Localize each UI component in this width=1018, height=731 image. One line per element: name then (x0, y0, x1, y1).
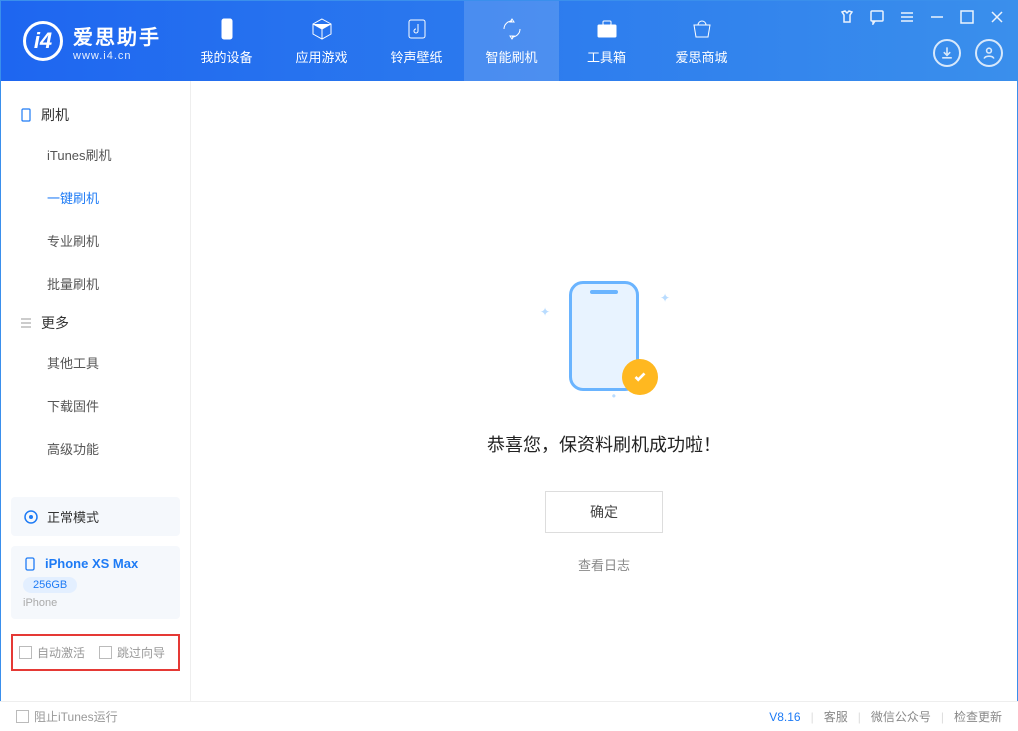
sparkle-icon: ✦ (540, 305, 550, 319)
brand-url: www.i4.cn (73, 50, 161, 62)
close-icon[interactable] (989, 9, 1005, 25)
phone-icon (19, 108, 33, 122)
main-tabs: 我的设备 应用游戏 铃声壁纸 智能刷机 工具箱 爱思商城 (179, 1, 749, 81)
main-content: ✦ ✦ • 恭喜您，保资料刷机成功啦！ 确定 查看日志 (191, 81, 1017, 701)
tab-device[interactable]: 我的设备 (179, 1, 274, 81)
device-mode[interactable]: 正常模式 (11, 497, 180, 536)
cube-icon (310, 17, 334, 41)
device-info[interactable]: iPhone XS Max 256GB iPhone (11, 546, 180, 619)
success-illustration: ✦ ✦ • (544, 281, 664, 401)
checkbox-auto-activate[interactable]: 自动激活 (19, 644, 85, 661)
user-icon[interactable] (975, 39, 1003, 67)
tab-label: 应用游戏 (295, 47, 347, 66)
tab-apps[interactable]: 应用游戏 (274, 1, 369, 81)
feedback-icon[interactable] (869, 9, 885, 25)
tab-toolbox[interactable]: 工具箱 (559, 1, 654, 81)
brand-name: 爱思助手 (73, 21, 161, 50)
checkbox-icon (19, 646, 32, 659)
sidebar-section-more: 更多 (1, 305, 190, 341)
check-badge-icon (622, 359, 658, 395)
device-type: iPhone (23, 597, 168, 609)
view-log-link[interactable]: 查看日志 (578, 555, 630, 574)
music-icon (405, 17, 429, 41)
tab-label: 铃声壁纸 (390, 47, 442, 66)
maximize-icon[interactable] (959, 9, 975, 25)
tab-store[interactable]: 爱思商城 (654, 1, 749, 81)
list-icon (19, 316, 33, 330)
app-header: i4 爱思助手 www.i4.cn 我的设备 应用游戏 铃声壁纸 智能刷机 工具… (1, 1, 1017, 81)
success-message: 恭喜您，保资料刷机成功啦！ (487, 431, 721, 457)
device-storage: 256GB (23, 577, 77, 593)
version-label: V8.16 (769, 710, 800, 724)
device-icon (215, 17, 239, 41)
tab-flash[interactable]: 智能刷机 (464, 1, 559, 81)
sparkle-icon: ✦ (660, 291, 670, 305)
mode-icon (23, 509, 39, 525)
sidebar-item-download-firmware[interactable]: 下载固件 (1, 384, 190, 427)
header-right-icons (933, 39, 1003, 67)
sidebar-item-oneclick-flash[interactable]: 一键刷机 (1, 176, 190, 219)
confirm-button[interactable]: 确定 (545, 491, 663, 533)
store-icon (690, 17, 714, 41)
wechat-link[interactable]: 微信公众号 (871, 708, 931, 725)
support-link[interactable]: 客服 (824, 708, 848, 725)
checkbox-skip-guide[interactable]: 跳过向导 (99, 644, 165, 661)
status-bar: 阻止iTunes运行 V8.16 | 客服 | 微信公众号 | 检查更新 (0, 701, 1018, 731)
phone-icon (23, 557, 37, 571)
checkbox-icon (99, 646, 112, 659)
sidebar-item-batch-flash[interactable]: 批量刷机 (1, 262, 190, 305)
device-name-text: iPhone XS Max (45, 556, 138, 571)
tab-label: 我的设备 (200, 47, 252, 66)
sidebar: 刷机 iTunes刷机 一键刷机 专业刷机 批量刷机 更多 其他工具 下载固件 … (1, 81, 191, 701)
check-update-link[interactable]: 检查更新 (954, 708, 1002, 725)
sparkle-icon: • (612, 389, 616, 403)
logo: i4 爱思助手 www.i4.cn (1, 21, 179, 62)
logo-icon: i4 (23, 21, 63, 61)
menu-icon[interactable] (899, 9, 915, 25)
tab-label: 工具箱 (587, 47, 626, 66)
device-panel: 正常模式 iPhone XS Max 256GB iPhone (11, 497, 180, 619)
refresh-icon (500, 17, 524, 41)
sidebar-section-flash: 刷机 (1, 97, 190, 133)
checkbox-icon (16, 710, 29, 723)
tab-ringtones[interactable]: 铃声壁纸 (369, 1, 464, 81)
toolbox-icon (595, 17, 619, 41)
sidebar-item-pro-flash[interactable]: 专业刷机 (1, 219, 190, 262)
sidebar-item-itunes-flash[interactable]: iTunes刷机 (1, 133, 190, 176)
tab-label: 智能刷机 (485, 47, 537, 66)
sidebar-item-advanced[interactable]: 高级功能 (1, 427, 190, 470)
minimize-icon[interactable] (929, 9, 945, 25)
download-icon[interactable] (933, 39, 961, 67)
checkbox-block-itunes[interactable]: 阻止iTunes运行 (16, 708, 118, 725)
highlighted-options: 自动激活 跳过向导 (11, 634, 180, 671)
window-controls (839, 9, 1005, 25)
tab-label: 爱思商城 (675, 47, 727, 66)
sidebar-item-other-tools[interactable]: 其他工具 (1, 341, 190, 384)
tshirt-icon[interactable] (839, 9, 855, 25)
